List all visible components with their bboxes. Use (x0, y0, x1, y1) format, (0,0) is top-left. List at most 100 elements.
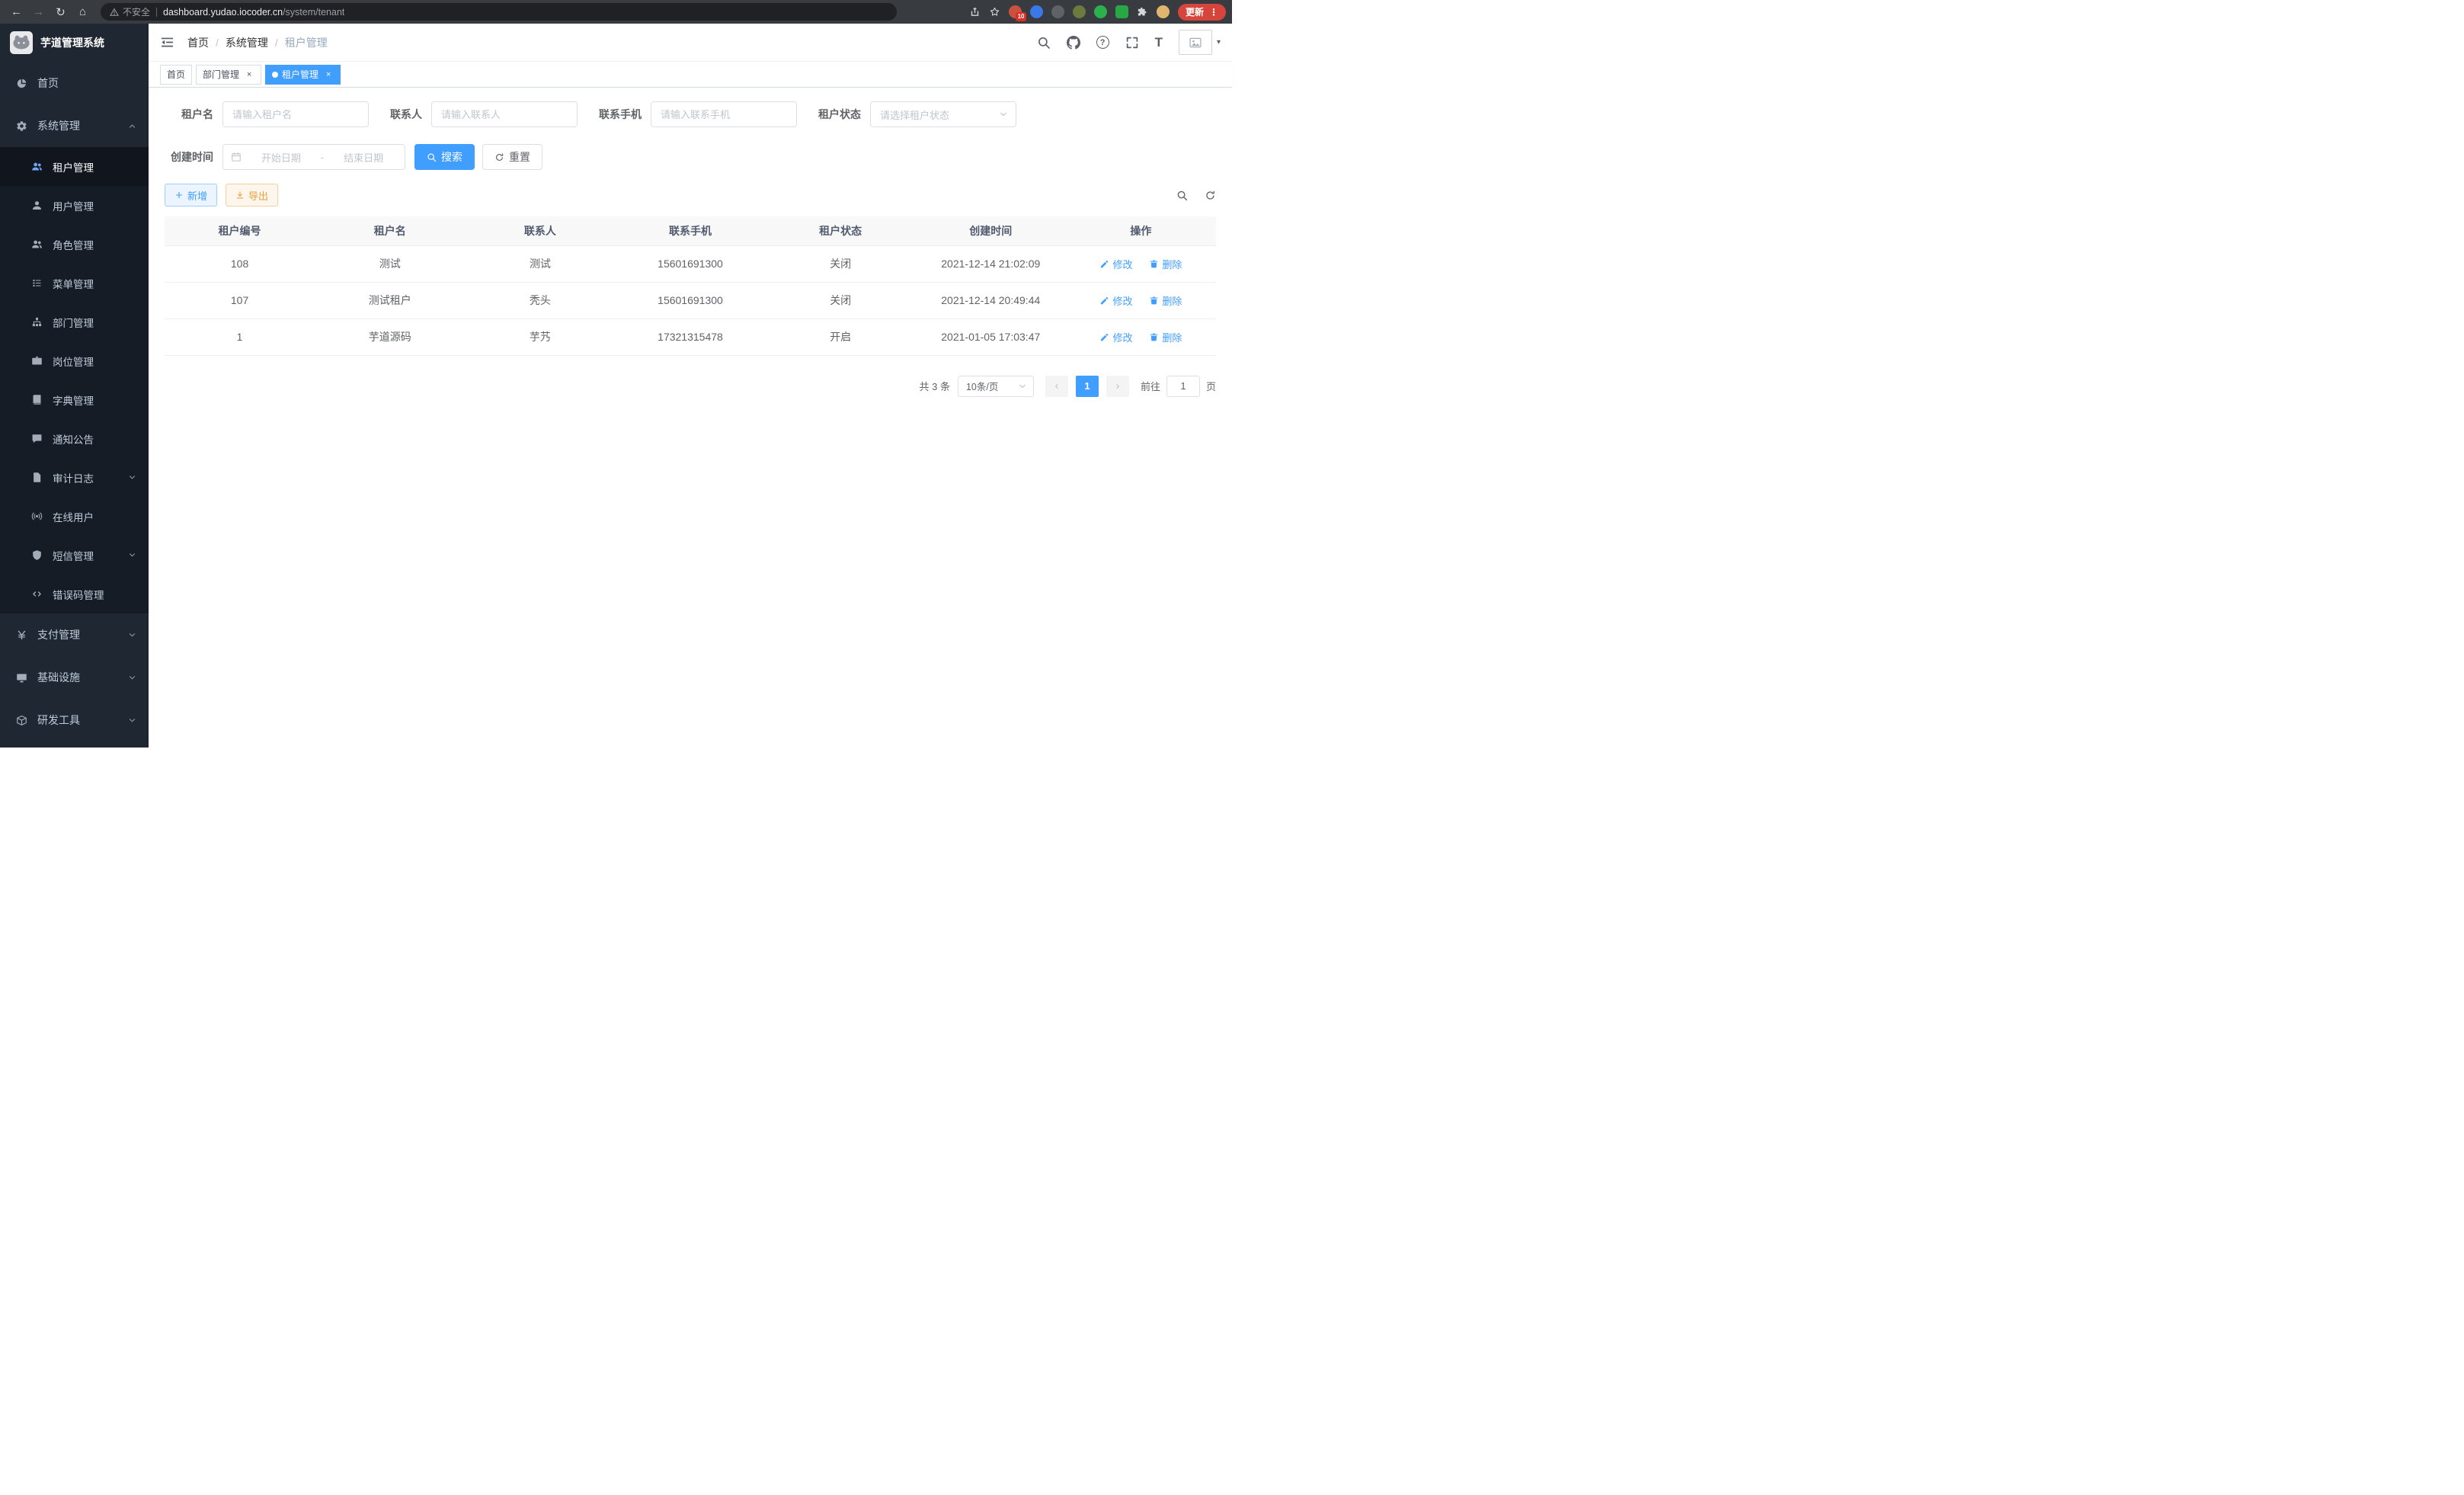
help-icon[interactable]: ? (1096, 36, 1109, 49)
edit-button[interactable]: 修改 (1099, 330, 1132, 344)
page-number-button[interactable]: 1 (1076, 376, 1099, 397)
fullscreen-icon[interactable] (1125, 36, 1139, 50)
sidebar-toggle-icon[interactable] (160, 35, 174, 50)
date-range-picker[interactable]: 开始日期 - 结束日期 (222, 144, 405, 170)
col-actions: 操作 (1066, 216, 1216, 245)
filter-contact: 联系人 (390, 101, 578, 127)
sidebar-item-dict[interactable]: 字典管理 (0, 380, 149, 419)
sidebar-item-audit-log[interactable]: 审计日志 (0, 458, 149, 497)
search-icon[interactable] (1037, 36, 1051, 50)
security-status[interactable]: 不安全 (110, 5, 150, 18)
delete-button[interactable]: 删除 (1149, 293, 1182, 308)
close-icon[interactable]: × (244, 69, 254, 80)
sidebar-item-system[interactable]: 系统管理 (0, 104, 149, 147)
col-contact: 联系人 (465, 216, 615, 245)
extension-icon[interactable] (1094, 5, 1107, 18)
search-button[interactable]: 搜索 (414, 144, 475, 170)
cell-actions: 修改 删除 (1066, 282, 1216, 319)
address-bar[interactable]: 不安全 dashboard.yudao.iocoder.cn/system/te… (101, 3, 897, 21)
edit-button[interactable]: 修改 (1099, 257, 1132, 271)
delete-button[interactable]: 删除 (1149, 257, 1182, 271)
sidebar-item-label: 支付管理 (37, 627, 118, 642)
goto-page-input[interactable] (1166, 376, 1200, 397)
prev-page-button[interactable]: ‹ (1045, 376, 1068, 397)
dashboard-icon (16, 78, 27, 89)
tab-dept[interactable]: 部门管理 × (196, 65, 261, 85)
trash-icon (1149, 296, 1159, 306)
refresh-icon[interactable] (1205, 190, 1216, 201)
edit-label: 修改 (1112, 293, 1132, 308)
chrome-update-button[interactable]: 更新 ⋮ (1178, 4, 1226, 21)
sidebar-item-home[interactable]: 首页 (0, 62, 149, 104)
sidebar-item-post[interactable]: 岗位管理 (0, 341, 149, 380)
sidebar-item-label: 字典管理 (53, 392, 136, 408)
browser-forward-button[interactable]: → (28, 2, 49, 22)
sidebar-item-role[interactable]: 角色管理 (0, 225, 149, 264)
delete-label: 删除 (1162, 330, 1182, 344)
filter-status: 租户状态 请选择租户状态 (818, 101, 1016, 127)
sidebar-item-pay[interactable]: 支付管理 (0, 613, 149, 656)
font-size-icon[interactable]: T (1155, 36, 1163, 49)
github-icon[interactable] (1067, 36, 1080, 50)
chevron-down-icon (128, 631, 136, 639)
plus-icon (174, 190, 184, 200)
url-text: dashboard.yudao.iocoder.cn/system/tenant (163, 7, 344, 18)
cell-status: 开启 (766, 319, 916, 355)
tab-home[interactable]: 首页 (160, 65, 192, 85)
sidebar-item-devtools[interactable]: 研发工具 (0, 699, 149, 741)
extension-icon[interactable] (1051, 5, 1064, 18)
col-phone: 联系手机 (615, 216, 765, 245)
sidebar-item-label: 短信管理 (53, 548, 118, 563)
share-icon[interactable] (969, 6, 981, 18)
sidebar-item-user[interactable]: 用户管理 (0, 186, 149, 225)
edit-icon (1099, 296, 1109, 306)
tenant-name-input[interactable] (222, 101, 369, 127)
field-label: 创建时间 (165, 149, 213, 165)
bookmark-star-icon[interactable] (989, 6, 1000, 18)
toggle-search-icon[interactable] (1176, 190, 1188, 201)
extension-icon[interactable] (1030, 5, 1043, 18)
sidebar-item-dept[interactable]: 部门管理 (0, 303, 149, 341)
sidebar-item-label: 错误码管理 (53, 587, 136, 602)
add-button[interactable]: 新增 (165, 184, 217, 206)
chevron-up-icon (128, 122, 136, 130)
export-button[interactable]: 导出 (226, 184, 278, 206)
breadcrumb-home[interactable]: 首页 (187, 35, 209, 50)
sidebar-item-infra[interactable]: 基础设施 (0, 656, 149, 699)
extension-icon[interactable] (1073, 5, 1086, 18)
sidebar-item-online-user[interactable]: 在线用户 (0, 497, 149, 536)
sidebar-item-label: 在线用户 (53, 509, 136, 524)
contact-input[interactable] (431, 101, 578, 127)
sidebar-item-tenant[interactable]: 租户管理 (0, 147, 149, 186)
browser-profile-avatar[interactable] (1157, 5, 1170, 18)
breadcrumb-system[interactable]: 系统管理 (226, 35, 268, 50)
cell-tenant-id: 107 (165, 282, 315, 319)
browser-back-button[interactable]: ← (6, 2, 27, 22)
edit-button[interactable]: 修改 (1099, 293, 1132, 308)
breadcrumb-separator: / (216, 37, 219, 49)
extension-icon[interactable]: 10 (1009, 5, 1022, 18)
user-avatar-menu[interactable]: ▾ (1179, 30, 1221, 55)
table-row: 107 测试租户 秃头 15601691300 关闭 2021-12-14 20… (165, 282, 1216, 319)
extensions-puzzle-icon[interactable] (1137, 6, 1148, 18)
browser-reload-button[interactable]: ↻ (50, 2, 71, 22)
sidebar-logo[interactable]: 芋道管理系统 (0, 24, 149, 62)
extension-icon[interactable] (1115, 5, 1128, 18)
next-page-button[interactable]: › (1106, 376, 1129, 397)
briefcase-icon (31, 355, 43, 367)
sidebar-item-sms[interactable]: 短信管理 (0, 536, 149, 575)
sidebar-item-menu[interactable]: 菜单管理 (0, 264, 149, 303)
sidebar-item-label: 基础设施 (37, 670, 118, 685)
tab-label: 部门管理 (203, 68, 239, 81)
browser-home-button[interactable]: ⌂ (72, 2, 93, 22)
pagination-goto: 前往 页 (1141, 376, 1216, 397)
page-size-select[interactable]: 10条/页 (958, 376, 1034, 397)
sidebar-item-error-code[interactable]: 错误码管理 (0, 575, 149, 613)
status-select[interactable]: 请选择租户状态 (870, 101, 1016, 127)
phone-input[interactable] (651, 101, 797, 127)
delete-button[interactable]: 删除 (1149, 330, 1182, 344)
reset-button[interactable]: 重置 (482, 144, 542, 170)
sidebar-item-notice[interactable]: 通知公告 (0, 419, 149, 458)
tab-tenant[interactable]: 租户管理 × (265, 65, 341, 85)
close-icon[interactable]: × (323, 69, 334, 80)
